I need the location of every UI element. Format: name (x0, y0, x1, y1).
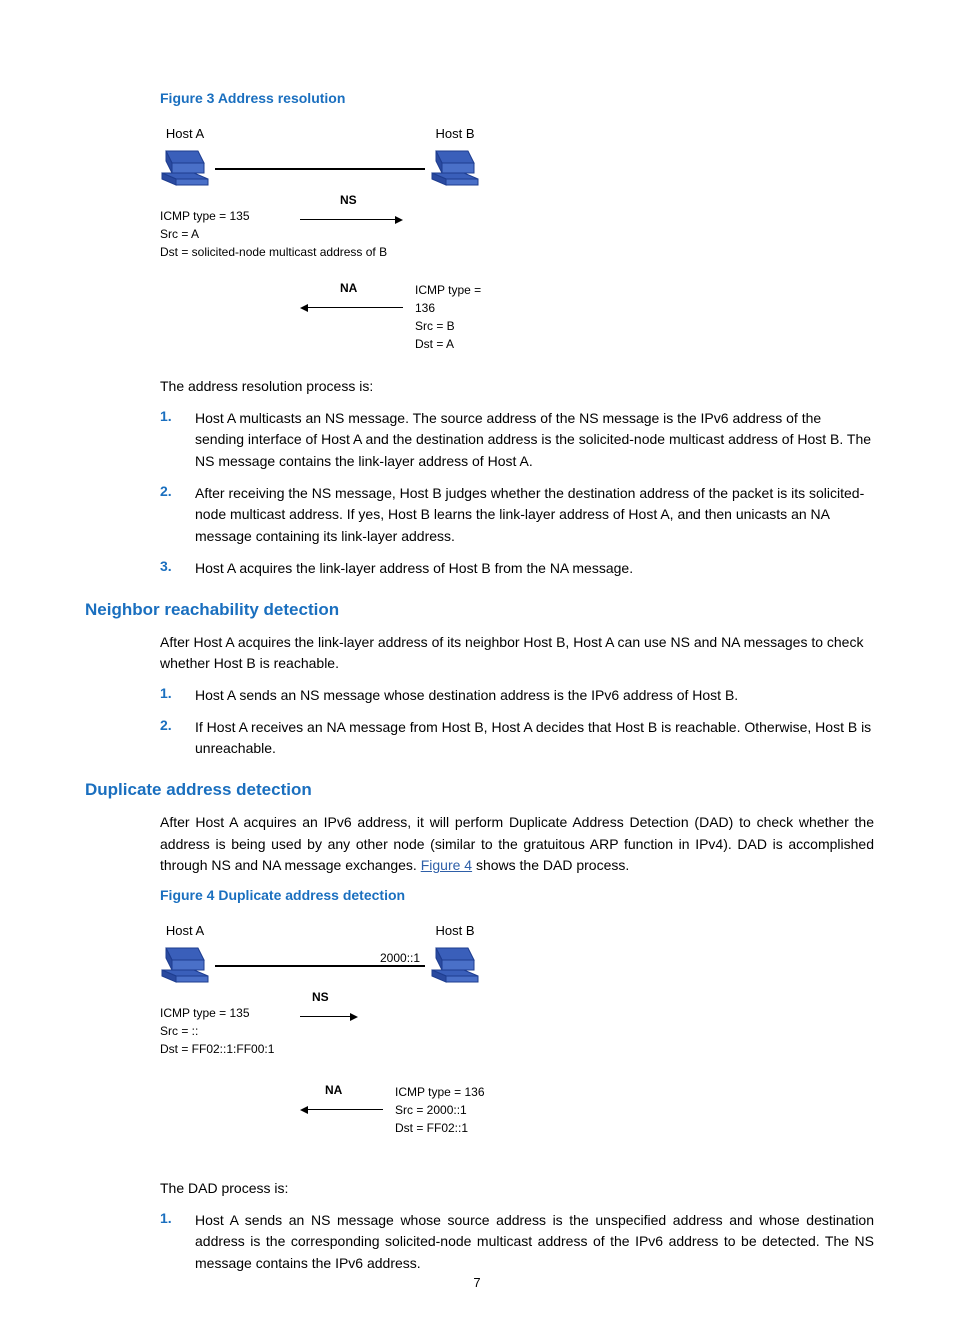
list-number: 1. (160, 408, 195, 473)
ns-label: NS (340, 193, 357, 207)
na-dst: Dst = A (415, 335, 500, 353)
page-number: 7 (0, 1275, 954, 1290)
na-msg-row: NA ICMP type = 136 Src = 2000::1 Dst = F… (160, 1083, 540, 1138)
host-a-label: Host A (160, 923, 210, 938)
dad-intro2: The DAD process is: (160, 1178, 874, 1200)
list-item: 3. Host A acquires the link-layer addres… (160, 558, 874, 580)
figure3-diagram: Host A Host B (160, 126, 874, 336)
dad-intro-post: shows the DAD process. (472, 857, 629, 873)
host-b-label: Host B (430, 126, 480, 141)
na-src: Src = 2000::1 (395, 1101, 485, 1119)
host-a-block: Host A (160, 126, 210, 192)
host-b-block: Host B (430, 126, 480, 192)
na-arrow: NA (300, 299, 403, 317)
ns-msg-row: ICMP type = 135 Src = :: Dst = FF02::1:F… (160, 1004, 500, 1058)
computer-icon (160, 946, 210, 989)
dad-intro: After Host A acquires an IPv6 address, i… (160, 812, 874, 877)
list-item: 1. Host A sends an NS message whose dest… (160, 685, 874, 707)
host-a-label: Host A (160, 126, 210, 141)
na-icmp: ICMP type = 136 (415, 281, 500, 317)
ns-arrow: NS (300, 1008, 358, 1026)
list-item: 2. If Host A receives an NA message from… (160, 717, 874, 760)
dad-heading: Duplicate address detection (85, 780, 874, 800)
ns-dst: Dst = FF02::1:FF00:1 (160, 1040, 500, 1058)
na-label: NA (340, 281, 357, 295)
figure4-link[interactable]: Figure 4 (421, 857, 472, 873)
page: Figure 3 Address resolution Host A (0, 0, 954, 1325)
na-text: ICMP type = 136 Src = 2000::1 Dst = FF02… (395, 1083, 485, 1137)
na-label: NA (325, 1083, 342, 1097)
connection-line (215, 168, 425, 170)
list-number: 3. (160, 558, 195, 580)
nrd-intro: After Host A acquires the link-layer add… (160, 632, 874, 675)
list-number: 1. (160, 1210, 195, 1275)
ns-msg-row: ICMP type = 135 Src = A Dst = solicited-… (160, 207, 500, 261)
arrow-left-icon (300, 1106, 308, 1114)
na-arrow: NA (300, 1101, 383, 1119)
figure3-caption: Figure 3 Address resolution (160, 90, 874, 106)
hosts-row: Host A Host B (160, 126, 480, 192)
na-src: Src = B (415, 317, 500, 335)
computer-icon (430, 946, 480, 989)
list-text: Host A multicasts an NS message. The sou… (195, 408, 874, 473)
na-dst: Dst = FF02::1 (395, 1119, 485, 1137)
host-b-block: Host B (430, 923, 480, 989)
na-icmp: ICMP type = 136 (395, 1083, 485, 1101)
na-msg-row: NA ICMP type = 136 Src = B Dst = A (160, 281, 500, 336)
host-b-ip: 2000::1 (380, 951, 420, 965)
list-number: 2. (160, 717, 195, 760)
ns-dst: Dst = solicited-node multicast address o… (160, 243, 500, 261)
hosts-row: Host A 2000::1 Host B (160, 923, 480, 989)
list-text: Host A acquires the link-layer address o… (195, 558, 874, 580)
list-number: 2. (160, 483, 195, 548)
nrd-steps: 1. Host A sends an NS message whose dest… (160, 685, 874, 760)
list-text: Host A sends an NS message whose destina… (195, 685, 874, 707)
ns-arrow: NS (300, 211, 403, 229)
arrow-left-icon (300, 304, 308, 312)
figure4-diagram: Host A 2000::1 Host B (160, 923, 874, 1138)
na-text: ICMP type = 136 Src = B Dst = A (415, 281, 500, 353)
host-b-label: Host B (430, 923, 480, 938)
list-item: 2. After receiving the NS message, Host … (160, 483, 874, 548)
ns-label: NS (312, 990, 329, 1004)
arrow-right-icon (350, 1013, 358, 1021)
ar-intro: The address resolution process is: (160, 376, 874, 398)
list-item: 1. Host A multicasts an NS message. The … (160, 408, 874, 473)
figure4-caption: Figure 4 Duplicate address detection (160, 887, 874, 903)
arrow-right-icon (395, 216, 403, 224)
list-item: 1. Host A sends an NS message whose sour… (160, 1210, 874, 1275)
list-text: Host A sends an NS message whose source … (195, 1210, 874, 1275)
ar-steps: 1. Host A multicasts an NS message. The … (160, 408, 874, 580)
nrd-heading: Neighbor reachability detection (85, 600, 874, 620)
list-text: If Host A receives an NA message from Ho… (195, 717, 874, 760)
dad-steps: 1. Host A sends an NS message whose sour… (160, 1210, 874, 1275)
computer-icon (430, 149, 480, 192)
list-text: After receiving the NS message, Host B j… (195, 483, 874, 548)
computer-icon (160, 149, 210, 192)
list-number: 1. (160, 685, 195, 707)
connection-line (215, 965, 425, 967)
host-a-block: Host A (160, 923, 210, 989)
